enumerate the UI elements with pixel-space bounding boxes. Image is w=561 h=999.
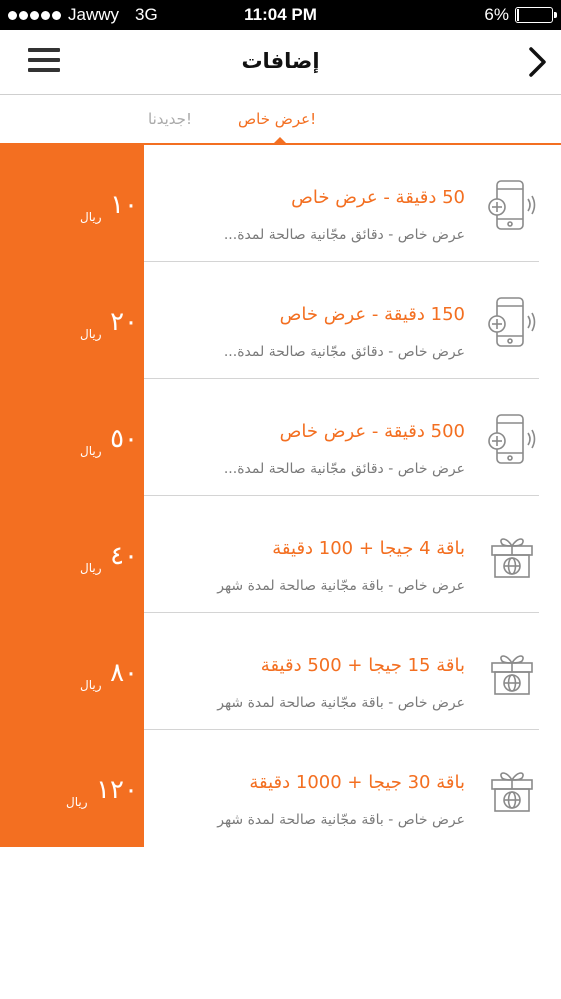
price-amount: ٥٠ (110, 424, 138, 454)
offer-row[interactable]: ٥٠ ريال 500 دقيقة - عرض خاص عرض خاص - دقائق… (0, 379, 561, 496)
nav-bar: إضافات (0, 30, 561, 95)
offer-row[interactable]: ٤٠ ريال باقة 4 جيجا + 100 دقيقة عرض خاص - ب… (0, 496, 561, 613)
battery-icon (515, 7, 557, 23)
offer-title: 500 دقيقة - عرض خاص (279, 421, 465, 442)
battery-status: 6% (484, 5, 557, 25)
offer-title: باقة 30 جيجا + 1000 دقيقة (249, 772, 465, 793)
phone-plus-icon (486, 413, 538, 465)
offer-row[interactable]: ١٢٠ ريال باقة 30 جيجا + 1000 دقيقة عرض خاص … (0, 730, 561, 847)
battery-percent: 6% (484, 5, 509, 24)
chevron-right-icon[interactable] (525, 45, 551, 79)
gift-globe-icon (486, 764, 538, 816)
price-currency: ريال (80, 327, 102, 341)
price-currency: ريال (80, 210, 102, 224)
price-amount: ٨٠ (110, 658, 138, 688)
offer-subtitle: عرض خاص - باقة مجّانية صالحة لمدة شهر (217, 578, 465, 594)
price-badge[interactable]: ٥٠ ريال (0, 379, 144, 496)
price-amount: ١٠ (110, 190, 138, 220)
offer-subtitle: عرض خاص - باقة مجّانية صالحة لمدة شهر (217, 695, 465, 711)
price-amount: ٤٠ (110, 541, 138, 571)
offer-subtitle: عرض خاص - دقائق مجّانية صالحة لمدة... (223, 461, 465, 477)
offer-list: ١٠ ريال 50 دقيقة - عرض خاص عرض خاص - دقائق … (0, 145, 561, 847)
page-title: إضافات (241, 49, 320, 73)
gift-globe-icon (486, 530, 538, 582)
offer-title: 150 دقيقة - عرض خاص (279, 304, 465, 325)
price-badge[interactable]: ٢٠ ريال (0, 262, 144, 379)
price-amount: ١٢٠ (96, 775, 138, 805)
offer-row[interactable]: ١٠ ريال 50 دقيقة - عرض خاص عرض خاص - دقائق … (0, 145, 561, 262)
offer-title: باقة 15 جيجا + 500 دقيقة (260, 655, 465, 676)
offer-subtitle: عرض خاص - باقة مجّانية صالحة لمدة شهر (217, 812, 465, 828)
offer-title: 50 دقيقة - عرض خاص (291, 187, 465, 208)
tab-whats-new[interactable]: جديدنا! (148, 110, 192, 128)
price-currency: ريال (66, 795, 88, 809)
phone-plus-icon (486, 179, 538, 231)
price-currency: ريال (80, 678, 102, 692)
price-badge[interactable]: ٤٠ ريال (0, 496, 144, 613)
active-tab-indicator (273, 137, 287, 144)
offer-subtitle: عرض خاص - دقائق مجّانية صالحة لمدة... (223, 344, 465, 360)
offer-row[interactable]: ٨٠ ريال باقة 15 جيجا + 500 دقيقة عرض خاص - … (0, 613, 561, 730)
price-amount: ٢٠ (110, 307, 138, 337)
price-currency: ريال (80, 561, 102, 575)
tab-special-offer[interactable]: عرض خاص! (238, 110, 316, 128)
status-bar: Jawwy 3G 11:04 PM 6% (0, 0, 561, 30)
tab-bar: عرض خاص! جديدنا! (0, 96, 561, 145)
status-time: 11:04 PM (244, 5, 317, 24)
offer-subtitle: عرض خاص - دقائق مجّانية صالحة لمدة... (223, 227, 465, 243)
price-currency: ريال (80, 444, 102, 458)
phone-plus-icon (486, 296, 538, 348)
price-badge[interactable]: ٨٠ ريال (0, 613, 144, 730)
gift-globe-icon (486, 647, 538, 699)
offer-row[interactable]: ٢٠ ريال 150 دقيقة - عرض خاص عرض خاص - دقائق… (0, 262, 561, 379)
price-badge[interactable]: ١٢٠ ريال (0, 730, 144, 847)
price-badge[interactable]: ١٠ ريال (0, 145, 144, 262)
offer-title: باقة 4 جيجا + 100 دقيقة (272, 538, 465, 559)
